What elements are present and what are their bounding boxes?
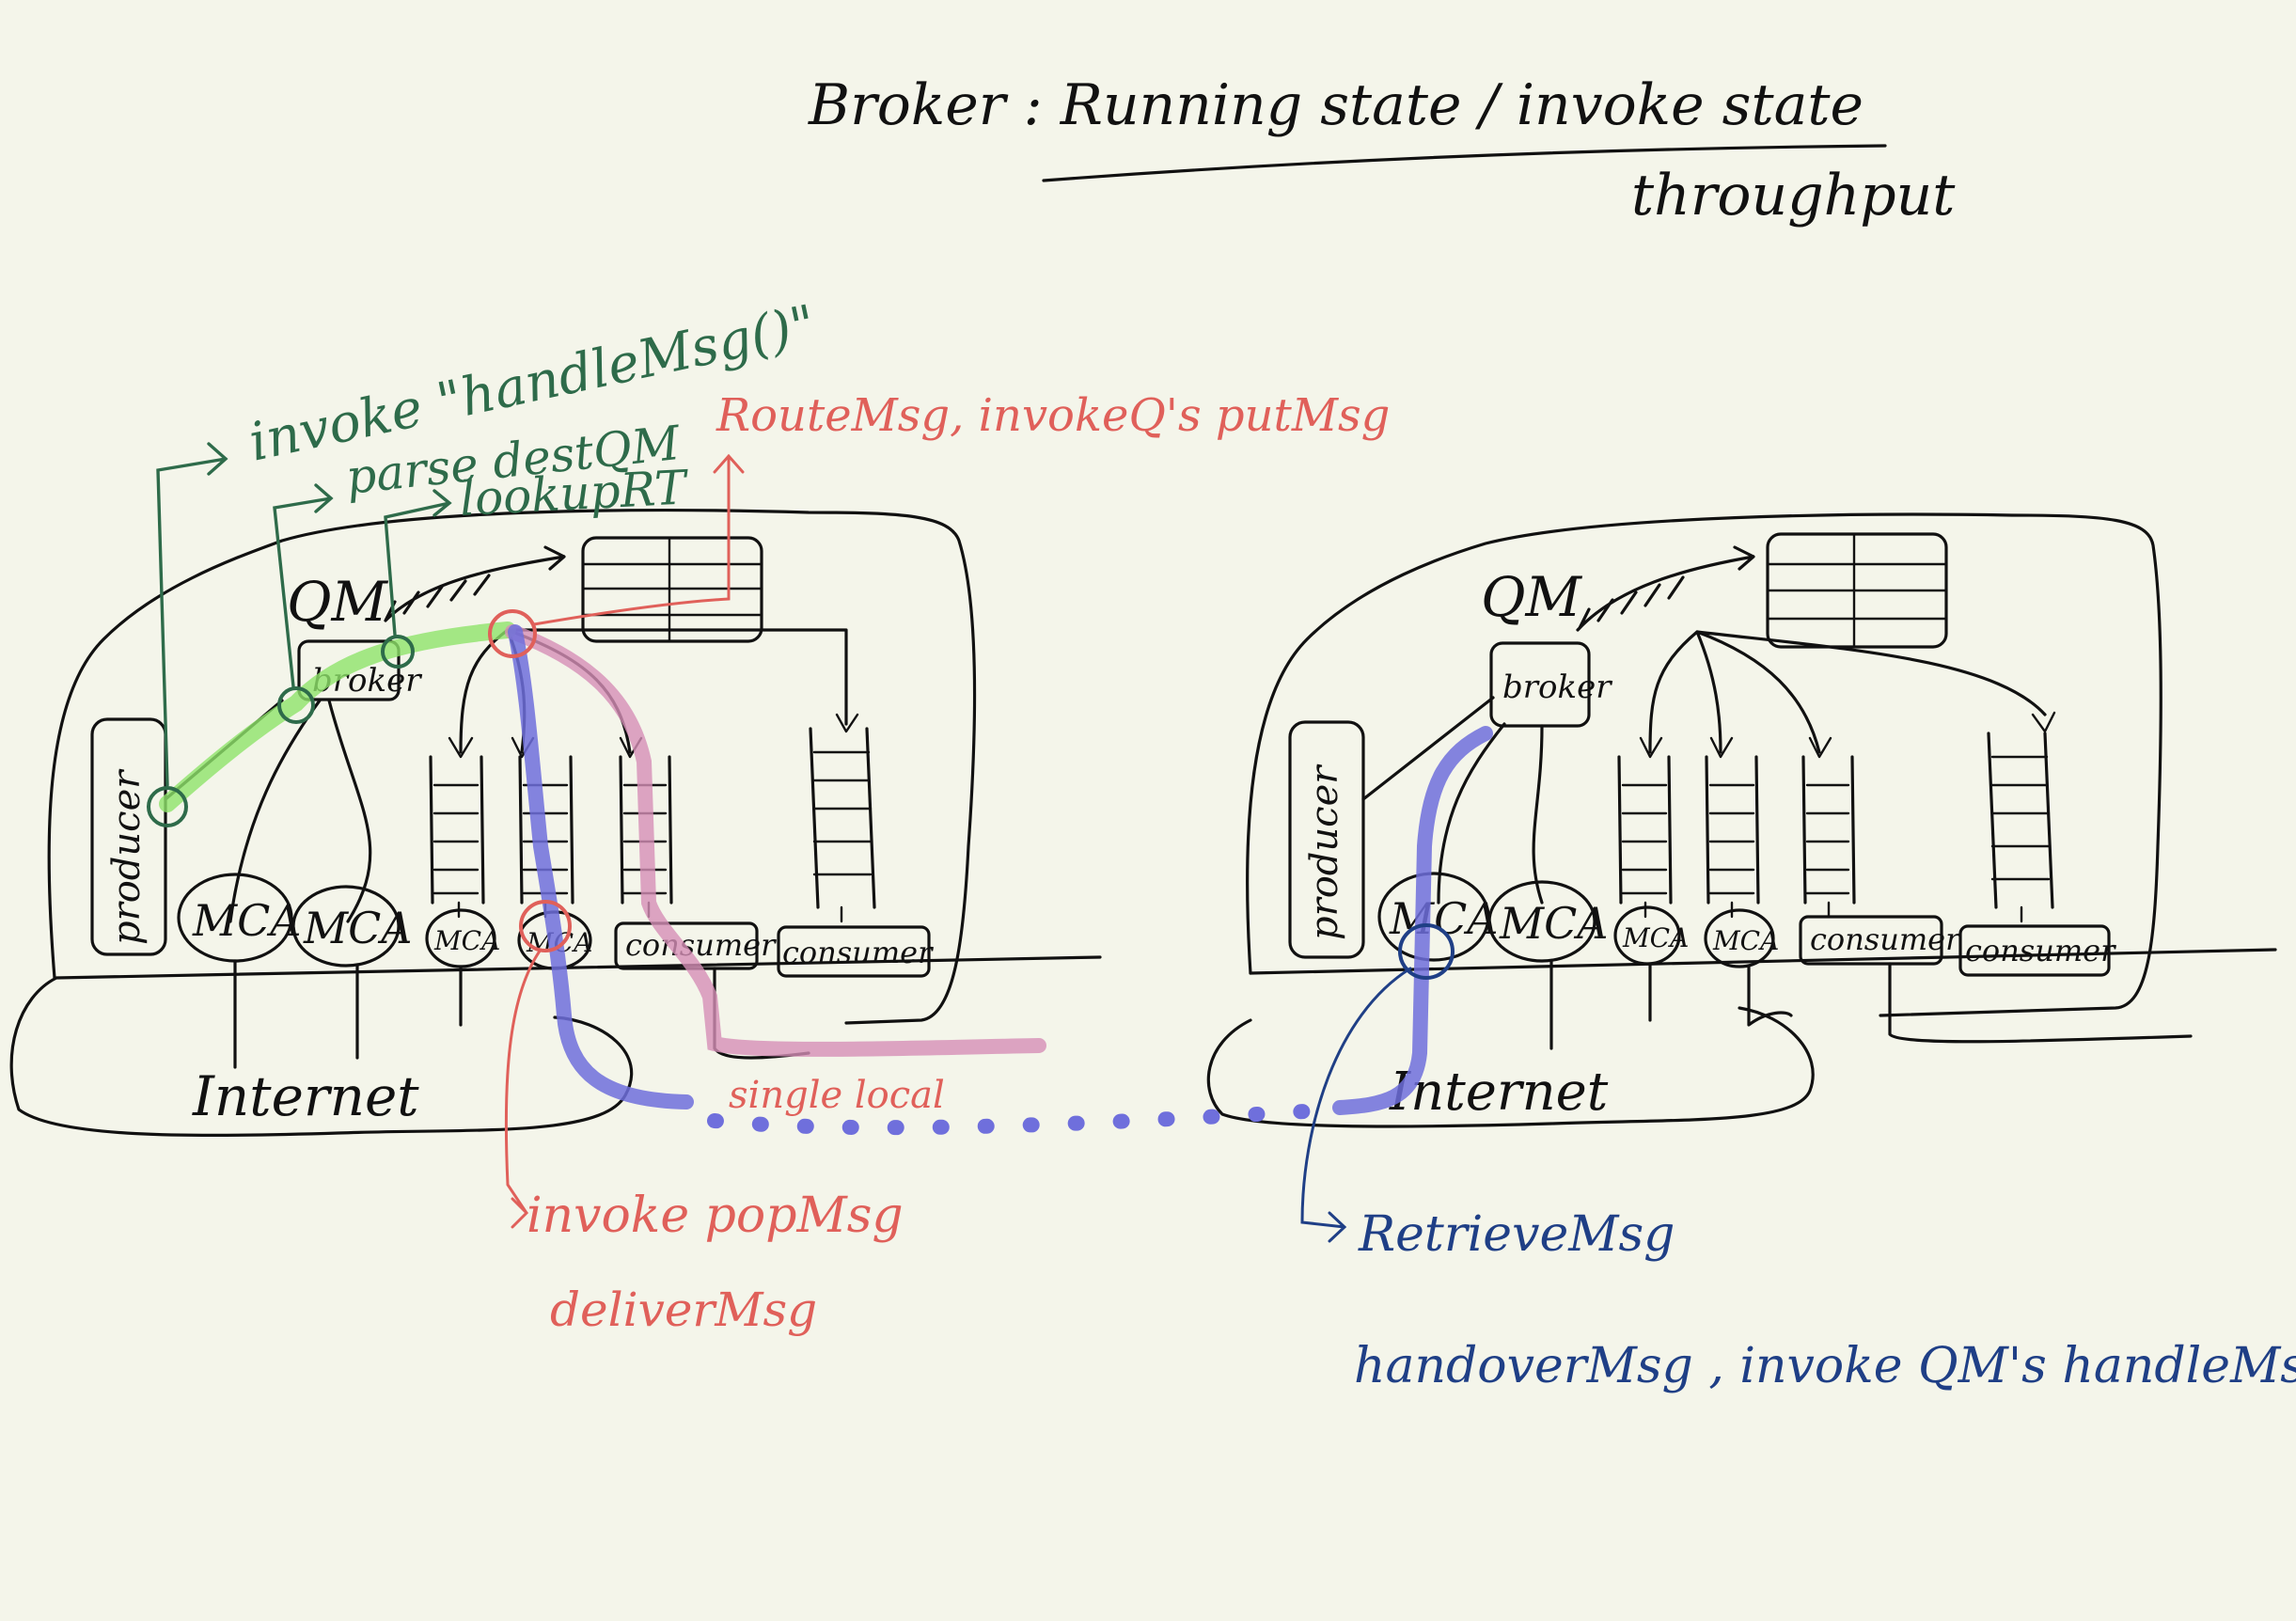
blue-annotations: RetrieveMsg handoverMsg , invoke QM's ha… [1300, 967, 2296, 1394]
blue-annotation-handover: handoverMsg , invoke QM's handleMsg [1354, 1338, 2296, 1394]
left-consumer-2-label: consumer [782, 935, 934, 970]
right-qm-label: QM [1481, 565, 1583, 629]
architecture-diagram: Broker : Running state / invoke state th… [9, 72, 2296, 1394]
left-queue-4 [809, 727, 876, 909]
right-consumer-1-label: consumer [1810, 921, 1961, 957]
right-qm-diagram: QM broker producer MCA MCA MCA MCA consu… [1206, 512, 2277, 1128]
red-annotations: RouteMsg, invokeQ's putMsg single local … [504, 389, 1390, 1337]
right-qm-hatched-arrow [1576, 545, 1755, 632]
right-queue-2 [1705, 755, 1760, 905]
left-mca-3-label: MCA [433, 925, 500, 956]
left-consumer-1-label: consumer [625, 927, 777, 963]
green-invoke-path [159, 622, 516, 812]
right-mca-3-label: MCA [1622, 922, 1689, 953]
right-queue-4 [1987, 732, 2054, 909]
red-annotation-pop: invoke popMsg [527, 1188, 904, 1244]
pink-local-delivery-path [505, 624, 1046, 1057]
left-mca-1-label: MCA [192, 895, 302, 946]
right-mca-2-label: MCA [1499, 898, 1609, 949]
right-queue-3 [1801, 755, 1856, 905]
left-producer-label: producer [105, 768, 149, 945]
red-annotation-route: RouteMsg, invokeQ's putMsg [716, 389, 1390, 442]
right-queue-1 [1617, 755, 1673, 905]
right-broker-label: broker [1502, 669, 1612, 706]
right-mca-4-label: MCA [1712, 925, 1779, 956]
left-qm-hatched-arrow [384, 545, 566, 622]
right-consumer-2-label: consumer [1965, 933, 2116, 968]
red-annotation-single-local: single local [729, 1074, 945, 1117]
green-annotation-lookup: lookupRT [459, 460, 691, 527]
blue-annotation-retrieve: RetrieveMsg [1358, 1206, 1675, 1263]
left-internet-label: Internet [192, 1064, 419, 1128]
left-qm-label: QM [287, 570, 389, 634]
left-queue-1 [429, 755, 485, 905]
left-mca-2-label: MCA [303, 903, 413, 953]
diagram-title: Broker : Running state / invoke state [808, 72, 1864, 138]
diagram-subtitle: throughput [1631, 163, 1956, 228]
red-annotation-deliver: deliverMsg [550, 1283, 817, 1337]
right-producer-label: producer [1303, 763, 1346, 940]
green-annotations: invoke "handleMsg()" parse destQM lookup… [156, 294, 821, 787]
